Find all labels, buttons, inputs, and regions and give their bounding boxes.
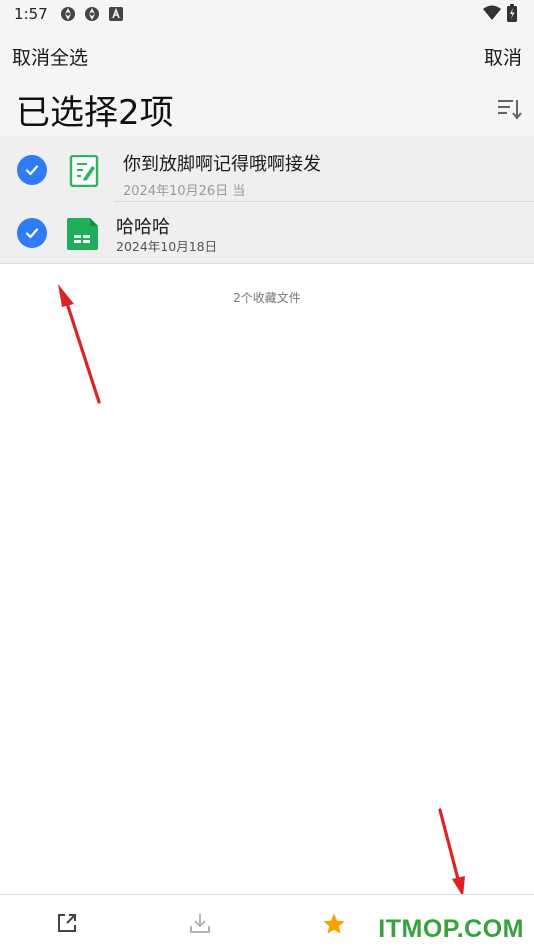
star-icon[interactable] bbox=[322, 912, 346, 936]
a-badge-icon bbox=[109, 6, 123, 25]
page-title: 已选择2项 bbox=[16, 93, 174, 133]
checkbox-checked-icon[interactable] bbox=[17, 218, 47, 248]
bottom-action-bar: ITMOP.COM bbox=[0, 894, 534, 951]
selection-toolbar: 取消全选 取消 已选择2项 bbox=[0, 28, 534, 136]
wifi-icon bbox=[483, 5, 501, 25]
status-time: 1:57 bbox=[14, 5, 48, 23]
list-item[interactable]: 你到放脚啊记得哦啊接发 2024年10月26日 当 bbox=[0, 136, 534, 201]
favorites-count: 2个收藏文件 bbox=[233, 291, 301, 305]
file-name: 你到放脚啊记得哦啊接发 bbox=[123, 154, 321, 175]
battery-icon bbox=[507, 4, 517, 26]
row-divider bbox=[114, 201, 534, 202]
cancel-select-all-button[interactable]: 取消全选 bbox=[12, 43, 88, 70]
status-bar: 1:57 bbox=[0, 0, 534, 28]
spreadsheet-icon bbox=[67, 218, 98, 254]
cancel-button[interactable]: 取消 bbox=[484, 43, 522, 70]
file-meta: 2024年10月18日 bbox=[116, 239, 218, 254]
list-item[interactable]: 哈哈哈 2024年10月18日 bbox=[0, 201, 534, 264]
share-icon[interactable] bbox=[56, 912, 80, 936]
watermark-logo: ITMOP.COM bbox=[378, 915, 524, 943]
note-doc-icon bbox=[69, 154, 101, 191]
sync-icon bbox=[60, 6, 76, 26]
sync-icon bbox=[84, 6, 100, 26]
annotation-arrow bbox=[438, 808, 465, 897]
checkbox-checked-icon[interactable] bbox=[17, 155, 47, 185]
download-icon[interactable] bbox=[189, 912, 213, 936]
file-meta: 2024年10月26日 当 bbox=[123, 184, 246, 199]
sort-icon[interactable] bbox=[496, 96, 522, 122]
